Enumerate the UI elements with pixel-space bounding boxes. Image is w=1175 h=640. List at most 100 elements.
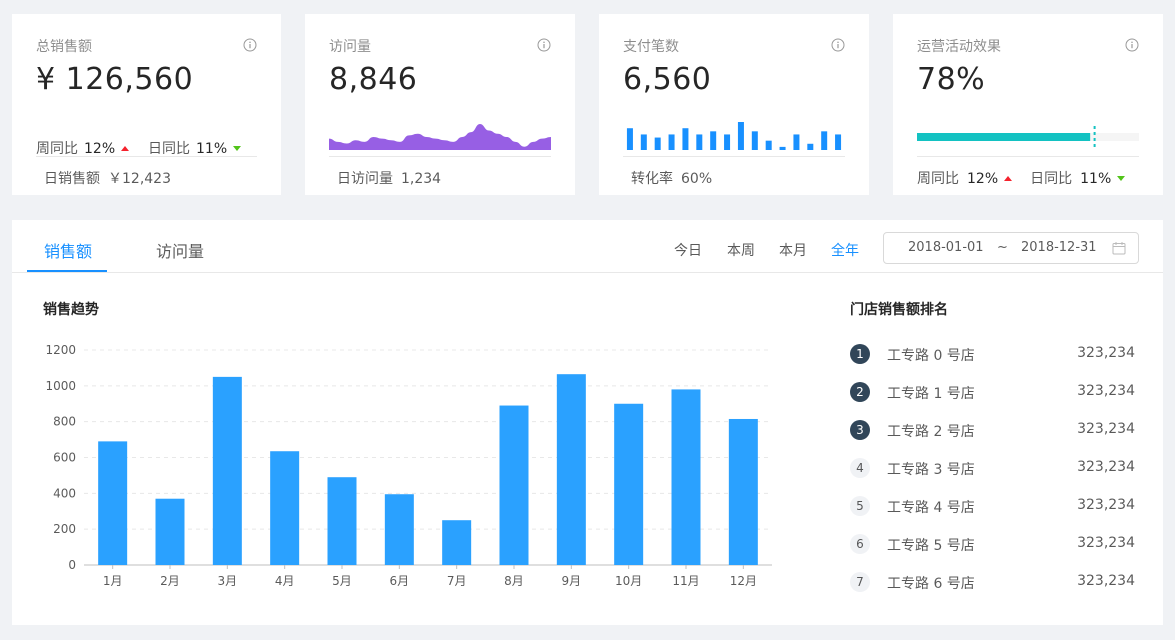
rank-number: 7 xyxy=(850,572,870,592)
bar[interactable] xyxy=(155,498,185,565)
store-sales: 323,234 xyxy=(1077,497,1135,513)
store-name: 工专路 5 号店 xyxy=(887,538,975,554)
payments-bar-chart xyxy=(626,122,842,150)
divider xyxy=(917,156,1139,157)
tab-visits[interactable]: 访问量 xyxy=(156,238,204,262)
range-today[interactable]: 今日 xyxy=(674,240,702,260)
sales-panel: 销售额 访问量 今日 本周 本月 全年 2018-01-01 ~ 2018-12… xyxy=(12,220,1163,625)
trend-title: 销售趋势 xyxy=(43,302,99,318)
progress-fill xyxy=(917,133,1091,141)
y-tick-label: 1000 xyxy=(45,379,76,393)
card-title: 支付笔数 xyxy=(623,39,679,55)
visits-value: 8,846 xyxy=(329,62,418,97)
bar[interactable] xyxy=(270,451,300,565)
visits-area-chart xyxy=(329,124,551,150)
dod-label: 日同比 xyxy=(1030,171,1073,187)
ranking-item: 6 工专路 5 号店 323,234 xyxy=(850,534,1135,554)
tab-sales[interactable]: 销售额 xyxy=(44,238,92,262)
card-payments: 支付笔数 6,560 转化率 60% xyxy=(599,14,869,195)
store-name: 工专路 1 号店 xyxy=(887,386,975,402)
rank-number: 6 xyxy=(850,534,870,554)
rank-number: 5 xyxy=(850,496,870,516)
bar[interactable] xyxy=(98,441,128,565)
bar[interactable] xyxy=(327,477,357,565)
info-icon[interactable] xyxy=(1125,38,1139,52)
wow-value: 12% xyxy=(967,171,999,187)
mini-bar xyxy=(779,146,786,150)
mini-bar xyxy=(765,140,772,150)
info-icon[interactable] xyxy=(537,38,551,52)
x-tick-label: 6月 xyxy=(390,574,410,588)
dod-label: 日同比 xyxy=(148,141,190,157)
rank-number: 2 xyxy=(850,382,870,402)
ranking-title: 门店销售额排名 xyxy=(850,302,948,318)
footer-label: 日销售额 xyxy=(44,171,100,187)
x-tick-label: 8月 xyxy=(504,574,524,588)
store-sales: 323,234 xyxy=(1077,573,1135,589)
date-separator: ~ xyxy=(997,240,1008,255)
calendar-icon[interactable] xyxy=(1112,241,1126,255)
mini-bar xyxy=(737,122,744,150)
info-icon[interactable] xyxy=(243,38,257,52)
card-footer: 日访问量 1,234 xyxy=(337,168,449,188)
range-month[interactable]: 本月 xyxy=(779,240,807,260)
mini-bar xyxy=(821,131,828,150)
date-start[interactable]: 2018-01-01 xyxy=(908,240,984,255)
wow-trend: 周同比 12% xyxy=(36,138,130,158)
divider xyxy=(36,156,257,157)
mini-bar xyxy=(654,137,661,150)
ranking-item: 4 工专路 3 号店 323,234 xyxy=(850,458,1135,478)
wow-label: 周同比 xyxy=(917,171,959,187)
mini-bar xyxy=(793,134,800,150)
card-visits: 访问量 8,846 日访问量 1,234 xyxy=(305,14,575,195)
area-series xyxy=(329,124,551,150)
x-tick-label: 2月 xyxy=(160,574,180,588)
bar[interactable] xyxy=(212,376,242,565)
card-footer: 周同比 12% 日同比 11% xyxy=(917,168,1126,188)
caret-down-icon xyxy=(233,146,242,151)
bar[interactable] xyxy=(499,405,529,565)
info-icon[interactable] xyxy=(831,38,845,52)
y-tick-label: 200 xyxy=(53,522,76,536)
x-tick-label: 7月 xyxy=(447,574,467,588)
store-sales: 323,234 xyxy=(1077,383,1135,399)
payments-value: 6,560 xyxy=(623,62,712,97)
store-name: 工专路 6 号店 xyxy=(887,576,975,592)
bar[interactable] xyxy=(442,520,472,565)
bar[interactable] xyxy=(614,403,644,565)
bar[interactable] xyxy=(556,374,586,565)
caret-down-icon xyxy=(1117,176,1126,181)
mini-bar xyxy=(668,134,675,150)
date-end[interactable]: 2018-12-31 xyxy=(1021,240,1097,255)
mini-bar xyxy=(724,134,731,150)
footer-label: 日访问量 xyxy=(337,171,393,187)
mini-bar xyxy=(751,131,758,150)
caret-up-icon xyxy=(1004,176,1013,181)
mini-bar xyxy=(696,134,703,150)
store-sales: 323,234 xyxy=(1077,459,1135,475)
footer-value: ￥12,423 xyxy=(108,171,171,187)
x-tick-label: 3月 xyxy=(218,574,238,588)
x-tick-label: 4月 xyxy=(275,574,295,588)
date-range-picker[interactable]: 2018-01-01 ~ 2018-12-31 xyxy=(883,232,1139,264)
range-year[interactable]: 全年 xyxy=(831,240,859,260)
ranking-item: 7 工专路 6 号店 323,234 xyxy=(850,572,1135,592)
x-tick-label: 12月 xyxy=(730,574,757,588)
card-title: 总销售额 xyxy=(36,39,92,55)
wow-label: 周同比 xyxy=(36,141,78,157)
card-campaign: 运营活动效果 78% 周同比 12% 日同比 11% xyxy=(893,14,1163,195)
y-tick-label: 0 xyxy=(68,558,76,572)
bar[interactable] xyxy=(671,389,701,565)
campaign-progress xyxy=(917,126,1139,148)
store-sales: 323,234 xyxy=(1077,535,1135,551)
mini-bar xyxy=(710,131,717,150)
dod-trend: 日同比 11% xyxy=(148,138,242,158)
y-tick-label: 1200 xyxy=(45,343,76,357)
bar[interactable] xyxy=(728,418,758,565)
x-tick-label: 10月 xyxy=(615,574,642,588)
sales-trend-chart: 0 200 400 600 800 1000 1200 1月 2月 3月 4月 5月 6月 7月 8月 9月 1… xyxy=(45,343,772,588)
footer-value: 60% xyxy=(681,171,713,187)
ranking-item: 3 工专路 2 号店 323,234 xyxy=(850,420,1135,440)
range-week[interactable]: 本周 xyxy=(727,240,755,260)
bar[interactable] xyxy=(384,494,414,565)
